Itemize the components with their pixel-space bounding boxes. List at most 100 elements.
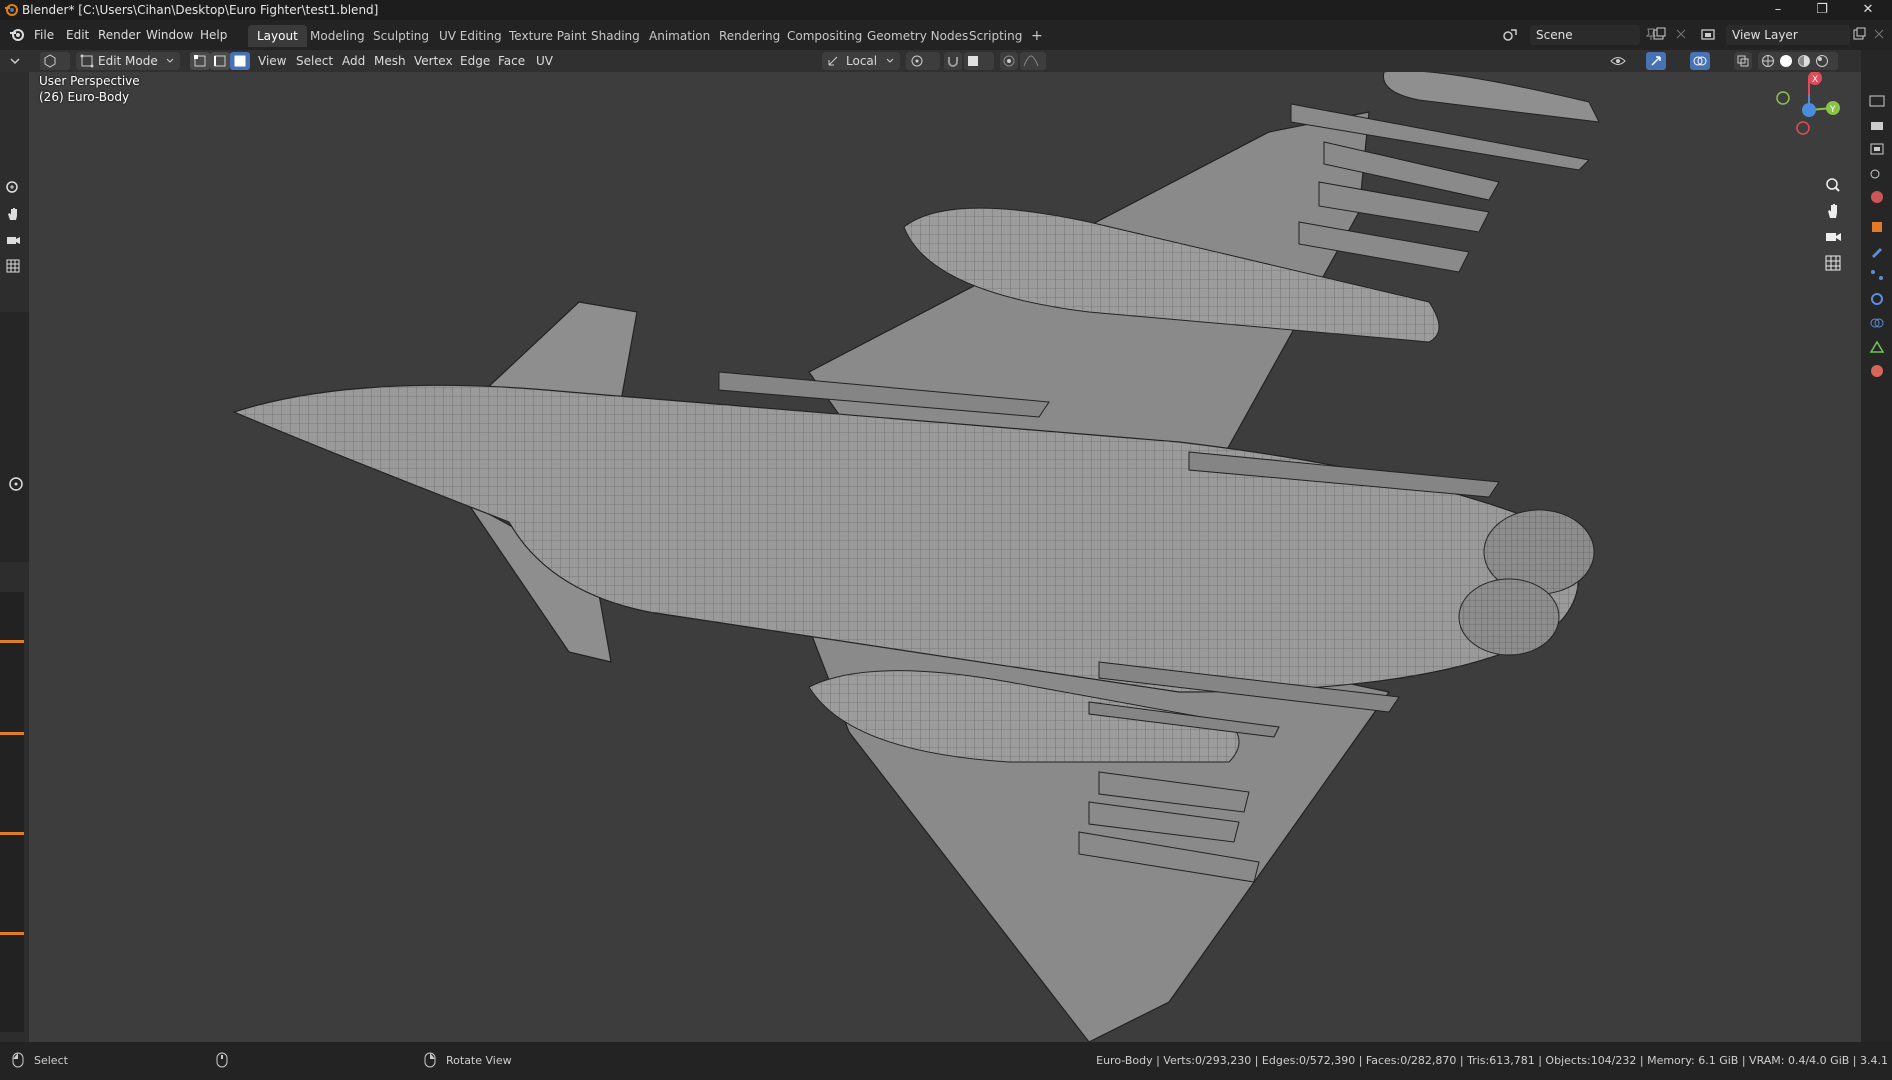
view-layer-icon[interactable]: [1700, 27, 1716, 43]
edit-mode-icon: [80, 54, 94, 68]
view-layer-tab-icon[interactable]: [1869, 142, 1885, 156]
menu-edit[interactable]: Edit: [66, 28, 89, 42]
camera-view-icon[interactable]: [1824, 228, 1842, 246]
properties-tab-bar: [1861, 50, 1892, 1042]
pan-view-icon[interactable]: [1824, 202, 1842, 220]
physics-tab-icon[interactable]: [1869, 292, 1885, 306]
orange-marker: [0, 640, 24, 643]
falloff-dropdown[interactable]: [1020, 52, 1046, 70]
xray-toggle[interactable]: [1734, 52, 1752, 70]
tab-layout[interactable]: Layout: [248, 25, 307, 47]
tab-animation[interactable]: Animation: [640, 25, 719, 47]
object-tab-icon[interactable]: [1869, 220, 1885, 234]
pivot-point-dropdown[interactable]: [906, 52, 940, 70]
snap-toggle[interactable]: [944, 52, 962, 70]
tool-shelf: [0, 312, 29, 562]
transform-orientation-dropdown[interactable]: Local: [822, 52, 900, 70]
ortho-toggle-icon[interactable]: [1824, 254, 1842, 272]
solid-shading-icon[interactable]: [1779, 54, 1793, 68]
edge-select-button[interactable]: [210, 52, 230, 70]
menu-window[interactable]: Window: [146, 28, 193, 42]
face-select-button[interactable]: [230, 52, 250, 70]
material-shading-icon[interactable]: [1797, 54, 1811, 68]
new-view-layer-icon[interactable]: [1852, 27, 1866, 41]
tab-modeling[interactable]: Modeling: [301, 25, 374, 47]
cursor-tool-icon[interactable]: [8, 476, 24, 492]
blender-logo-icon: [5, 4, 18, 16]
menu-help[interactable]: Help: [200, 28, 227, 42]
magnet-icon: [948, 57, 958, 67]
output-tab-icon[interactable]: [1869, 118, 1885, 132]
menu-file[interactable]: File: [34, 28, 54, 42]
shading-mode-group: [1758, 52, 1838, 70]
tab-uv-editing[interactable]: UV Editing: [430, 25, 511, 47]
delete-view-layer-icon[interactable]: [1872, 27, 1886, 41]
render-tab-icon[interactable]: [1869, 94, 1885, 108]
orange-marker: [0, 732, 24, 735]
camera-icon[interactable]: [5, 232, 21, 248]
delete-scene-icon[interactable]: [1674, 27, 1688, 41]
viewport-header: Edit Mode View Select Add Mesh Vertex Ed…: [0, 50, 1892, 72]
snap-target-dropdown[interactable]: [964, 52, 994, 70]
tab-shading[interactable]: Shading: [582, 25, 649, 47]
aircraft-wireframe: [232, 72, 1600, 1042]
menu-render[interactable]: Render: [98, 28, 141, 42]
minimize-button[interactable]: –: [1756, 0, 1800, 20]
close-button[interactable]: ✕: [1846, 0, 1890, 20]
blender-menu-icon[interactable]: [9, 27, 25, 43]
face-select-icon: [234, 55, 246, 67]
mode-dropdown[interactable]: Edit Mode: [76, 52, 180, 70]
maximize-button[interactable]: ❐: [1800, 0, 1844, 20]
tab-sculpting[interactable]: Sculpting: [364, 25, 438, 47]
editor-type-dropdown-icon[interactable]: [8, 54, 22, 68]
header-menu-mesh[interactable]: Mesh: [374, 54, 406, 68]
header-menu-vertex[interactable]: Vertex: [414, 54, 453, 68]
new-scene-icon[interactable]: [1652, 27, 1666, 41]
material-tab-icon[interactable]: [1869, 364, 1885, 378]
gizmo-icon: [1651, 56, 1661, 66]
header-menu-uv[interactable]: UV: [536, 54, 553, 68]
scene-tab-icon[interactable]: [1869, 166, 1885, 180]
3d-viewport[interactable]: User Perspective (26) Euro-Body X Y: [29, 72, 1861, 1042]
navigation-gizmo[interactable]: X Y: [1769, 72, 1849, 142]
add-workspace-button[interactable]: +: [1022, 25, 1052, 47]
header-menu-select[interactable]: Select: [296, 54, 333, 68]
wireframe-shading-icon[interactable]: [1761, 54, 1775, 68]
mode-label: Edit Mode: [98, 54, 158, 68]
header-menu-face[interactable]: Face: [498, 54, 525, 68]
header-menu-add[interactable]: Add: [342, 54, 365, 68]
world-tab-icon[interactable]: [1869, 190, 1885, 204]
active-object-label: (26) Euro-Body: [39, 90, 130, 104]
header-menu-view[interactable]: View: [258, 54, 286, 68]
view-layer-field[interactable]: View Layer: [1726, 25, 1850, 45]
overlays-toggle[interactable]: [1690, 52, 1710, 70]
scene-field[interactable]: Scene: [1530, 25, 1640, 45]
status-rotate-hint: Rotate View: [446, 1054, 512, 1067]
proportional-edit-icon: [1003, 55, 1015, 67]
hand-pan-icon[interactable]: [5, 206, 21, 222]
modifier-tab-icon[interactable]: [1869, 244, 1885, 258]
zoom-view-icon[interactable]: [1824, 176, 1842, 194]
particles-tab-icon[interactable]: [1869, 268, 1885, 282]
rendered-shading-icon[interactable]: [1815, 54, 1829, 68]
scene-icon[interactable]: [1502, 27, 1518, 43]
edge-select-icon: [214, 55, 226, 67]
vertex-select-button[interactable]: [190, 52, 210, 70]
visibility-selectability-icon[interactable]: [1610, 54, 1626, 68]
tab-scripting[interactable]: Scripting: [960, 25, 1031, 47]
orange-marker: [0, 832, 24, 835]
snap-increment-icon: [968, 56, 978, 66]
zoom-icon[interactable]: [5, 180, 21, 196]
window-title: Blender* [C:\Users\Cihan\Desktop\Euro Fi…: [22, 3, 379, 17]
overlays-icon: [1693, 56, 1707, 66]
data-tab-icon[interactable]: [1869, 340, 1885, 354]
mouse-left-icon: [12, 1052, 24, 1068]
header-menu-edge[interactable]: Edge: [460, 54, 490, 68]
grid-toggle-icon[interactable]: [5, 258, 21, 274]
constraints-tab-icon[interactable]: [1869, 316, 1885, 330]
proportional-edit-toggle[interactable]: [1000, 52, 1018, 70]
editor-type-button[interactable]: [40, 52, 70, 70]
gizmo-toggle[interactable]: [1646, 52, 1666, 70]
vertex-select-icon: [194, 55, 206, 67]
left-toolbar: [0, 72, 29, 1042]
